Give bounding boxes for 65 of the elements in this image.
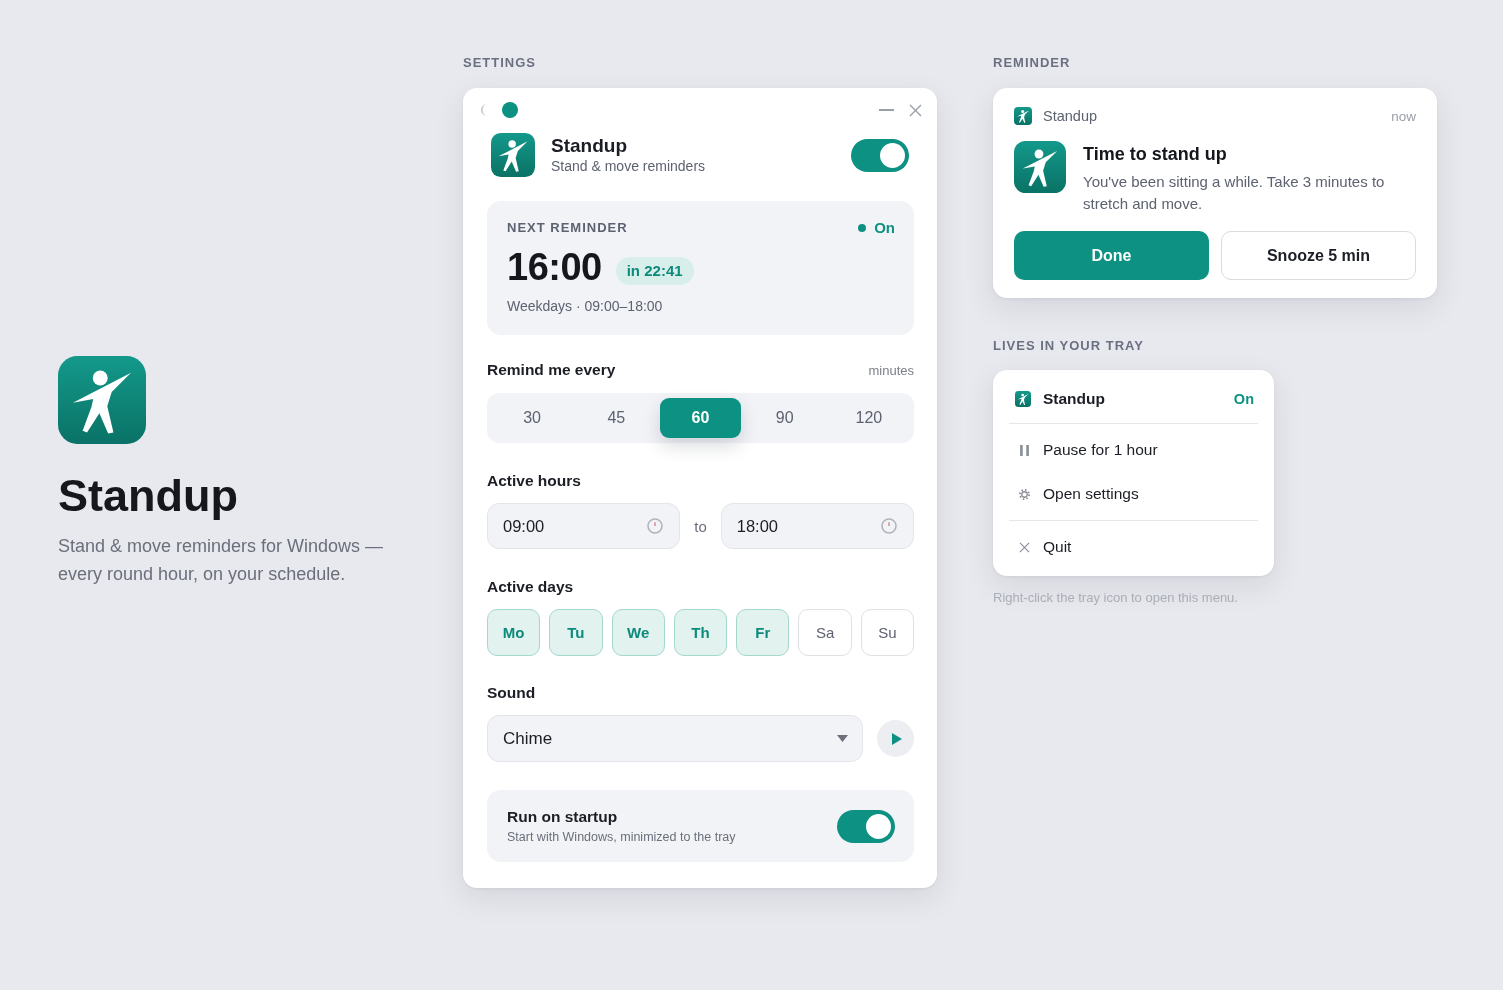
pause-icon xyxy=(1018,444,1030,456)
field-label: Sound xyxy=(487,683,536,703)
caret-icon xyxy=(837,735,848,742)
standing-figure-icon xyxy=(1015,390,1031,407)
menu-item[interactable]: Open settings xyxy=(1009,472,1258,516)
interval-option[interactable]: 30 xyxy=(492,398,573,438)
clock-icon xyxy=(647,518,664,534)
day-toggle[interactable]: Tu xyxy=(549,609,603,656)
day-toggle[interactable]: Th xyxy=(673,609,728,656)
close-icon[interactable] xyxy=(909,103,922,117)
setting-title: Run on startup xyxy=(507,807,619,827)
tray-status: On xyxy=(1233,390,1254,407)
menu-item[interactable]: Quit xyxy=(1009,525,1258,569)
panel-label: NEXT REMINDER xyxy=(507,219,628,237)
notification-app-name: Standup xyxy=(1043,108,1099,124)
field-label: Remind me every xyxy=(487,360,616,380)
notification-title: Time to stand up xyxy=(1083,143,1228,166)
range-separator: to xyxy=(694,517,707,535)
hint-text: Right-click the tray icon to open this menu. xyxy=(993,590,1239,606)
notification-time: now xyxy=(1391,108,1416,124)
notification-message: You've been sitting a while. Take 3 minutes to stretch and move. xyxy=(1083,172,1386,214)
section-label: LIVES IN YOUR TRAY xyxy=(993,338,1145,354)
interval-option[interactable]: 120 xyxy=(828,398,909,438)
reminder-schedule: Weekdays · 09:00–18:00 xyxy=(507,297,664,315)
field-label: Active hours xyxy=(487,471,581,491)
countdown-badge: in 22:41 xyxy=(615,257,694,285)
status-dot-icon xyxy=(858,224,867,232)
standing-figure-icon xyxy=(1014,141,1066,193)
app-title: Standup xyxy=(58,469,238,522)
app-subtitle: Stand & move reminders xyxy=(551,157,707,175)
unit-label: minutes xyxy=(868,362,914,380)
day-toggle[interactable]: Mo xyxy=(487,609,541,656)
action-button[interactable]: Snooze 5 min xyxy=(1221,231,1416,280)
day-toggle[interactable]: Sa xyxy=(798,609,852,656)
clock-icon xyxy=(881,518,897,534)
day-toggle[interactable]: Fr xyxy=(736,609,790,656)
sound-dropdown[interactable]: Chime xyxy=(487,715,863,762)
enable-toggle[interactable] xyxy=(851,138,909,172)
status-text: On xyxy=(874,219,895,237)
section-label: REMINDER xyxy=(993,55,1072,71)
day-toggle[interactable]: Su xyxy=(860,609,914,656)
time-field[interactable]: 09:00 xyxy=(487,503,681,549)
standing-figure-icon xyxy=(58,355,146,444)
action-button[interactable]: Done xyxy=(1014,231,1209,280)
dot-icon[interactable] xyxy=(502,102,518,118)
play-icon xyxy=(892,732,902,745)
field-label: Active days xyxy=(487,577,574,597)
setting-description: Start with Windows, minimized to the tray xyxy=(507,829,736,845)
interval-option[interactable]: 60 xyxy=(660,398,741,438)
play-button[interactable] xyxy=(877,720,914,757)
app-tagline: Stand & move reminders for Windows — every round hour, on your schedule. xyxy=(58,534,385,586)
section-label: SETTINGS xyxy=(463,55,537,71)
close-icon xyxy=(1018,541,1030,553)
day-toggle[interactable]: We xyxy=(611,609,665,656)
reminder-time: 16:00 xyxy=(507,245,602,289)
standing-figure-icon xyxy=(1014,107,1032,125)
app-name: Standup xyxy=(551,135,628,157)
settings-icon xyxy=(1018,488,1030,500)
startup-toggle[interactable] xyxy=(837,809,895,843)
interval-option[interactable]: 45 xyxy=(576,398,657,438)
interval-option[interactable]: 90 xyxy=(744,398,825,438)
tray-app-name: Standup xyxy=(1043,389,1106,408)
menu-item[interactable]: Pause for 1 hour xyxy=(1009,428,1258,472)
standing-figure-icon xyxy=(491,133,535,177)
time-field[interactable]: 18:00 xyxy=(720,503,914,549)
